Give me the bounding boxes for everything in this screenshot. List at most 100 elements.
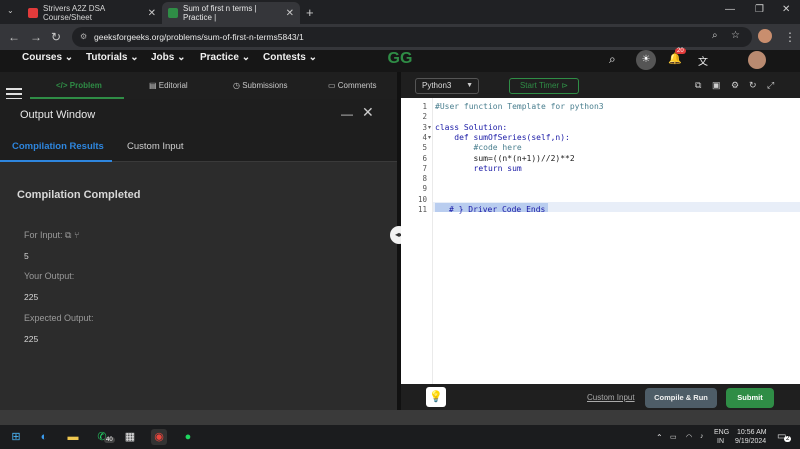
close-icon[interactable]: ✕ bbox=[148, 8, 156, 19]
nav-courses[interactable]: Courses ⌄ bbox=[22, 52, 73, 63]
url-field[interactable]: ⚙ geeksforgeeks.org/problems/sum-of-firs… bbox=[72, 27, 752, 47]
copy-code-icon[interactable]: ⧉ bbox=[695, 80, 701, 91]
tab-title: Sum of first n terms | Practice | bbox=[183, 4, 257, 22]
start-timer-button[interactable]: Start Timer ⊳ bbox=[509, 78, 579, 94]
volume-icon[interactable]: ♪ bbox=[700, 433, 704, 440]
code-line[interactable]: return sum bbox=[435, 164, 522, 173]
compilation-status: Compilation Completed bbox=[17, 189, 141, 201]
reload-icon[interactable]: ↻ bbox=[51, 30, 61, 44]
back-icon[interactable]: ← bbox=[8, 30, 20, 44]
clock-date: 9/19/2024 bbox=[735, 438, 767, 445]
tab-title: Strivers A2Z DSA Course/Sheet bbox=[43, 4, 105, 22]
edge-browser-icon[interactable]: ◐ bbox=[36, 429, 52, 445]
tab-problem[interactable]: </> Problem bbox=[56, 81, 102, 90]
expected-output-label: Expected Output: bbox=[24, 313, 94, 323]
copy-icon[interactable]: ⧉ bbox=[65, 230, 71, 240]
browser-tab-gfg[interactable]: Sum of first n terms | Practice | ✕ bbox=[162, 2, 300, 24]
store-icon[interactable]: ▦ bbox=[122, 429, 138, 445]
fullscreen-icon[interactable]: ⤢ bbox=[767, 80, 774, 91]
chrome-icon[interactable]: ◉ bbox=[151, 429, 167, 445]
tab-comments[interactable]: ▭ Comments bbox=[328, 81, 376, 90]
line-number: 4 bbox=[422, 132, 427, 142]
forward-icon[interactable]: → bbox=[30, 30, 42, 44]
browser-tab-strip: ⌄ Strivers A2Z DSA Course/Sheet ✕ Sum of… bbox=[0, 0, 800, 24]
code-line[interactable]: # } Driver Code Ends bbox=[449, 205, 545, 214]
code-line[interactable]: #code here bbox=[435, 143, 522, 152]
user-avatar[interactable] bbox=[748, 51, 766, 69]
gfg-logo[interactable]: GG bbox=[378, 50, 422, 70]
submit-button[interactable]: Submit bbox=[726, 388, 774, 408]
horizontal-scrollbar[interactable] bbox=[0, 410, 800, 425]
windows-start-icon[interactable]: ⊞ bbox=[8, 429, 24, 445]
whatsapp-badge: 40 bbox=[104, 437, 115, 443]
line-number: 8 bbox=[422, 174, 427, 184]
file-icon[interactable]: ▣ bbox=[712, 80, 721, 91]
zoom-icon[interactable]: ⌕ bbox=[712, 30, 718, 41]
search-icon[interactable]: ⌕ bbox=[609, 52, 616, 67]
line-number: 7 bbox=[422, 163, 427, 173]
line-number: 11 bbox=[417, 205, 427, 214]
tab-custom-input[interactable]: Custom Input bbox=[127, 141, 184, 152]
chevron-down-icon: ▼ bbox=[466, 82, 473, 89]
editor-toolbar: Python3 ▼ Start Timer ⊳ ⧉ ▣ ⚙ ↻ ⤢ bbox=[401, 72, 800, 98]
input-language[interactable]: ENG bbox=[714, 429, 729, 436]
input-region: IN bbox=[717, 438, 724, 445]
nav-contests[interactable]: Contests ⌄ bbox=[263, 52, 317, 63]
notification-center-badge: 2 bbox=[784, 436, 792, 442]
your-output-value: 225 bbox=[24, 292, 39, 302]
restore-icon[interactable]: ❐ bbox=[755, 4, 764, 15]
nav-jobs[interactable]: Jobs ⌄ bbox=[151, 52, 186, 63]
notification-count-badge: 20 bbox=[675, 48, 686, 54]
code-line[interactable]: class Solution: bbox=[435, 123, 507, 132]
code-line[interactable]: #User function Template for python3 bbox=[435, 102, 604, 111]
nav-tutorials[interactable]: Tutorials ⌄ bbox=[86, 52, 139, 63]
tab-search-icon[interactable]: ⌄ bbox=[7, 6, 14, 15]
branch-icon[interactable]: ⑂ bbox=[74, 230, 79, 240]
fold-arrow-icon[interactable]: ▾ bbox=[428, 134, 431, 141]
tab-submissions[interactable]: ◷ Submissions bbox=[233, 81, 288, 90]
custom-input-link[interactable]: Custom Input bbox=[587, 393, 635, 402]
browser-tab-striver[interactable]: Strivers A2Z DSA Course/Sheet ✕ bbox=[22, 2, 162, 24]
minimize-icon[interactable]: — bbox=[725, 4, 735, 15]
settings-icon[interactable]: ⚙ bbox=[731, 80, 739, 91]
code-line[interactable]: def sumOfSeries(self,n): bbox=[435, 133, 570, 142]
output-window-header: Output Window — ✕ bbox=[0, 99, 397, 129]
language-select[interactable]: Python3 ▼ bbox=[415, 78, 479, 94]
clock-time[interactable]: 10:56 AM bbox=[737, 429, 767, 436]
translate-icon[interactable]: 文 bbox=[698, 53, 708, 68]
bookmark-star-icon[interactable]: ☆ bbox=[731, 30, 740, 41]
problem-tabs: </> Problem ▤ Editorial ◷ Submissions ▭ … bbox=[0, 72, 397, 99]
site-info-icon[interactable]: ⚙ bbox=[80, 27, 87, 47]
url-text: geeksforgeeks.org/problems/sum-of-first-… bbox=[94, 32, 304, 42]
editor-footer: 💡 Custom Input Compile & Run Submit bbox=[401, 384, 800, 410]
compile-run-button[interactable]: Compile & Run bbox=[645, 388, 717, 408]
new-tab-button[interactable]: + bbox=[306, 5, 314, 20]
address-bar-row: ← → ↻ ⚙ geeksforgeeks.org/problems/sum-o… bbox=[0, 24, 800, 50]
minimize-output-icon[interactable]: — bbox=[341, 107, 353, 121]
tab-compilation-results[interactable]: Compilation Results bbox=[12, 141, 104, 152]
close-output-icon[interactable]: ✕ bbox=[362, 104, 374, 121]
profile-avatar[interactable] bbox=[758, 29, 772, 43]
window-close-icon[interactable]: ✕ bbox=[782, 4, 790, 15]
tab-editorial[interactable]: ▤ Editorial bbox=[149, 81, 188, 90]
gfg-favicon-icon bbox=[168, 8, 178, 18]
tray-overflow-icon[interactable]: ⌃ bbox=[656, 433, 663, 442]
theme-toggle-icon[interactable]: ☀ bbox=[636, 50, 656, 70]
battery-icon[interactable]: ▭ bbox=[670, 433, 677, 441]
fold-arrow-icon[interactable]: ▾ bbox=[428, 124, 431, 131]
spotify-icon[interactable]: ● bbox=[180, 429, 196, 445]
reset-icon[interactable]: ↻ bbox=[749, 80, 757, 91]
output-body: Compilation Completed For Input: ⧉ ⑂ 5 Y… bbox=[0, 162, 397, 410]
file-explorer-icon[interactable]: ▬ bbox=[65, 429, 81, 445]
line-number: 10 bbox=[417, 194, 427, 204]
line-number: 1 bbox=[422, 102, 427, 111]
nav-practice[interactable]: Practice ⌄ bbox=[200, 52, 250, 63]
line-number: 9 bbox=[422, 184, 427, 194]
close-icon[interactable]: ✕ bbox=[286, 8, 294, 19]
lightbulb-icon[interactable]: 💡 bbox=[426, 387, 446, 407]
site-header: Courses ⌄ Tutorials ⌄ Jobs ⌄ Practice ⌄ … bbox=[0, 48, 800, 72]
output-tabs: Compilation Results Custom Input bbox=[0, 129, 397, 162]
code-line[interactable]: sum=((n*(n+1))//2)**2 bbox=[435, 154, 575, 163]
wifi-icon[interactable]: ◠ bbox=[686, 433, 692, 441]
browser-menu-icon[interactable]: ⋮ bbox=[784, 30, 796, 44]
